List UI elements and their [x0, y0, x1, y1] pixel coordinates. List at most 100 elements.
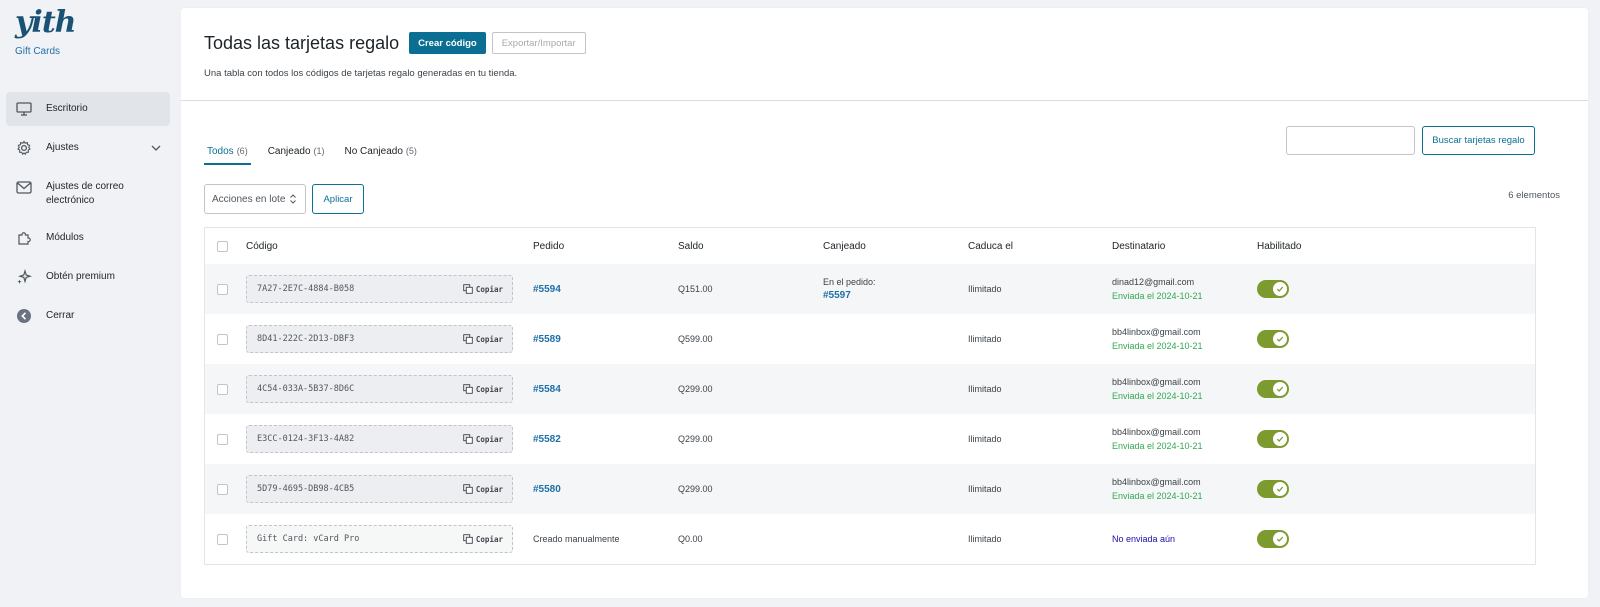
balance-value: Q299.00: [678, 434, 713, 444]
export-import-button[interactable]: Exportar/Importar: [491, 32, 586, 54]
chevron-down-icon[interactable]: [150, 142, 162, 154]
code-value: 4C54-033A-5B37-8D6C: [257, 384, 355, 394]
gift-card-code: Gift Card: vCard Pro Copiar: [246, 525, 513, 553]
enabled-toggle[interactable]: [1257, 430, 1289, 448]
bulk-actions-value: Acciones en lote: [212, 193, 286, 205]
main-panel: Todas las tarjetas regalo Crear código E…: [181, 8, 1588, 598]
enabled-toggle[interactable]: [1257, 480, 1289, 498]
enabled-toggle[interactable]: [1257, 530, 1289, 548]
balance-value: Q0.00: [678, 534, 703, 544]
row-checkbox[interactable]: [217, 433, 228, 445]
puzzle-icon: [14, 229, 34, 247]
row-checkbox[interactable]: [217, 383, 228, 395]
code-value: E3CC-0124-3F13-4A82: [257, 434, 355, 444]
apply-button[interactable]: Aplicar: [312, 184, 364, 214]
check-icon: [1276, 336, 1284, 342]
envelope-icon: [14, 178, 34, 196]
gift-cards-table: Código Pedido Saldo Canjeado Caduca el D…: [204, 227, 1536, 565]
sidebar-item-premium[interactable]: Obtén premium: [6, 260, 170, 294]
page-description: Una tabla con todos los códigos de tarje…: [204, 68, 518, 79]
row-checkbox[interactable]: [217, 533, 228, 545]
sent-status: Enviada el 2024-10-21: [1112, 441, 1203, 451]
sidebar-item-cerrar[interactable]: Cerrar: [6, 299, 170, 333]
tab-label: Todos: [207, 146, 234, 157]
copy-button[interactable]: Copiar: [463, 384, 503, 394]
items-count: 6 elementos: [1508, 190, 1560, 201]
table-row: 7A27-2E7C-4884-B058 Copiar #5594 Q151.00 …: [205, 264, 1535, 314]
copy-icon: [463, 534, 473, 544]
expires-value: Ilimitado: [968, 284, 1002, 294]
tab-no-canjeado[interactable]: No Canjeado (5): [342, 146, 420, 165]
enabled-toggle[interactable]: [1257, 280, 1289, 298]
tab-todos[interactable]: Todos (6): [204, 146, 251, 165]
gear-icon: [14, 139, 34, 157]
sent-status: Enviada el 2024-10-21: [1112, 291, 1203, 301]
copy-icon: [463, 434, 473, 444]
copy-icon: [463, 284, 473, 294]
table-row: 5D79-4695-DB98-4CB5 Copiar #5580 Q299.00 …: [205, 464, 1535, 514]
code-value: Gift Card: vCard Pro: [257, 534, 360, 544]
page-title: Todas las tarjetas regalo: [204, 32, 400, 53]
expires-value: Ilimitado: [968, 484, 1002, 494]
column-header-balance: Saldo: [678, 240, 704, 252]
order-link[interactable]: #5589: [533, 334, 561, 345]
balance-value: Q151.00: [678, 284, 713, 294]
order-link[interactable]: #5584: [533, 384, 561, 395]
code-value: 8D41-222C-2D13-DBF3: [257, 334, 355, 344]
sidebar-item-escritorio[interactable]: Escritorio: [6, 92, 170, 126]
recipient-email: bb4linbox@gmail.com: [1112, 377, 1201, 387]
gift-card-code: 7A27-2E7C-4884-B058 Copiar: [246, 275, 513, 303]
recipient-email: bb4linbox@gmail.com: [1112, 427, 1201, 437]
code-value: 5D79-4695-DB98-4CB5: [257, 484, 355, 494]
create-code-button[interactable]: Crear código: [409, 32, 486, 54]
tab-canjeado[interactable]: Canjeado (1): [265, 146, 328, 165]
column-header-code: Código: [246, 240, 278, 252]
check-icon: [1276, 386, 1284, 392]
row-checkbox[interactable]: [217, 483, 228, 495]
copy-button[interactable]: Copiar: [463, 534, 503, 544]
enabled-toggle[interactable]: [1257, 330, 1289, 348]
balance-value: Q299.00: [678, 484, 713, 494]
tab-label: Canjeado: [267, 146, 311, 157]
tab-count: (5): [405, 146, 417, 156]
table-row: E3CC-0124-3F13-4A82 Copiar #5582 Q299.00 …: [205, 414, 1535, 464]
column-header-redeemed: Canjeado: [823, 240, 866, 252]
select-all-checkbox[interactable]: [217, 240, 228, 252]
recipient-email: bb4linbox@gmail.com: [1112, 327, 1201, 337]
table-header-row: Código Pedido Saldo Canjeado Caduca el D…: [205, 228, 1535, 264]
bulk-actions-select[interactable]: Acciones en lote: [204, 184, 306, 214]
table-row: 4C54-033A-5B37-8D6C Copiar #5584 Q299.00 …: [205, 364, 1535, 414]
enabled-toggle[interactable]: [1257, 380, 1289, 398]
search-input[interactable]: [1286, 126, 1415, 155]
brand-logo[interactable]: yith Gift Cards: [15, 6, 76, 58]
balance-value: Q599.00: [678, 334, 713, 344]
sidebar-nav: Escritorio Ajustes Ajustes de correo ele…: [6, 92, 170, 338]
sidebar-item-correo[interactable]: Ajustes de correo electrónico: [6, 170, 170, 216]
tab-count: (6): [236, 146, 248, 156]
check-icon: [1276, 536, 1284, 542]
copy-button[interactable]: Copiar: [463, 284, 503, 294]
order-link[interactable]: #5582: [533, 434, 561, 445]
copy-button[interactable]: Copiar: [463, 334, 503, 344]
redeemed-order-link[interactable]: #5597: [823, 289, 851, 303]
column-header-order: Pedido: [533, 240, 565, 252]
sidebar-item-modulos[interactable]: Módulos: [6, 221, 170, 255]
copy-button[interactable]: Copiar: [463, 484, 503, 494]
gift-card-code: 4C54-033A-5B37-8D6C Copiar: [246, 375, 513, 403]
sent-status: Enviada el 2024-10-21: [1112, 491, 1203, 501]
order-link[interactable]: #5580: [533, 484, 561, 495]
sidebar-item-ajustes[interactable]: Ajustes: [6, 131, 170, 165]
sidebar-item-label: Cerrar: [46, 310, 75, 321]
redeemed-label: En el pedido:: [823, 277, 876, 287]
balance-value: Q299.00: [678, 384, 713, 394]
sidebar-item-label: Ajustes de correo electrónico: [46, 181, 124, 206]
row-checkbox[interactable]: [217, 333, 228, 345]
row-checkbox[interactable]: [217, 283, 228, 295]
order-link[interactable]: #5594: [533, 284, 561, 295]
copy-button[interactable]: Copiar: [463, 434, 503, 444]
tab-count: (1): [313, 146, 325, 156]
search-gift-cards-button[interactable]: Buscar tarjetas regalo: [1422, 126, 1535, 155]
product-name: Gift Cards: [15, 46, 61, 57]
copy-icon: [463, 484, 473, 494]
page-header: Todas las tarjetas regalo Crear código E…: [204, 32, 586, 54]
